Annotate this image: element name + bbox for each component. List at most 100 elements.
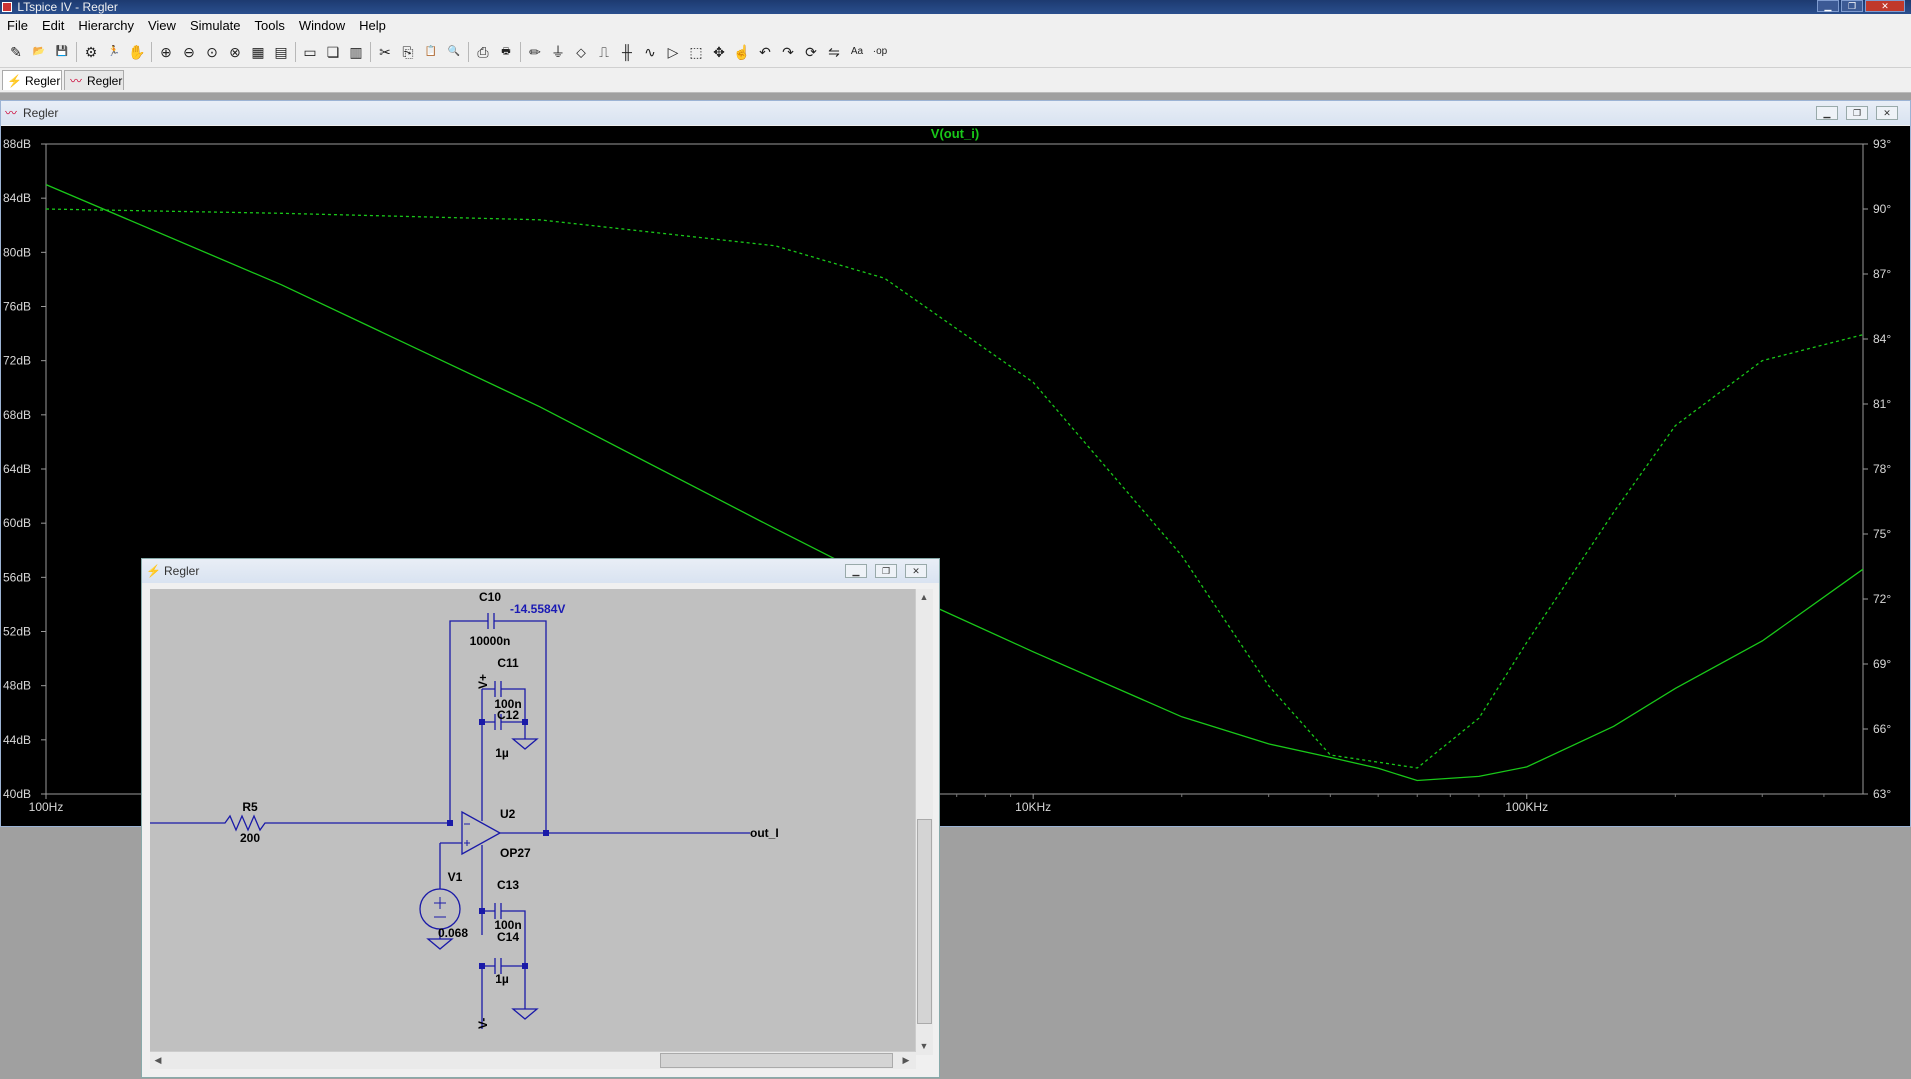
schematic-icon: ⚡ (7, 74, 22, 88)
ground-icon[interactable]: ⏚ (548, 42, 568, 62)
menu-window[interactable]: Window (292, 14, 352, 38)
scroll-thumb[interactable] (917, 819, 932, 1024)
c10-ref: C10 (479, 590, 501, 604)
right-axis-tick-label: 69° (1873, 657, 1891, 671)
spice-directive-icon[interactable]: ·op (870, 42, 890, 62)
minimize-icon[interactable]: ▁ (1817, 0, 1839, 12)
schematic-icon: ⚡ (146, 564, 161, 578)
toolbar-separator (295, 42, 296, 62)
x-axis-tick-label: 10KHz (1015, 800, 1051, 814)
paste-icon[interactable]: 📋 (421, 42, 441, 62)
net-label-vminus[interactable]: V- (476, 1018, 490, 1029)
app-title: LTspice IV - Regler (17, 0, 118, 14)
c13-ref: C13 (497, 878, 519, 892)
maximize-icon[interactable]: ❐ (1846, 106, 1868, 120)
zoom-cancel-icon[interactable]: ⊗ (225, 42, 245, 62)
left-axis-tick-label: 52dB (3, 625, 31, 639)
label-net-icon[interactable]: ⬦ (571, 42, 591, 62)
redo-icon[interactable]: ↷ (778, 42, 798, 62)
cut-icon[interactable]: ✂ (375, 42, 395, 62)
copy-icon[interactable]: ⎘ (398, 42, 418, 62)
close-icon[interactable]: ✕ (1876, 106, 1898, 120)
toolbar-separator (151, 42, 152, 62)
save-icon[interactable]: 💾 (52, 42, 72, 62)
schematic-window: ⚡ Regler ▁ ❐ ✕ C10 10000n C11 100n C12 1… (141, 558, 940, 1078)
move-icon[interactable]: ✥ (709, 42, 729, 62)
schematic-canvas[interactable]: C10 10000n C11 100n C12 1µ R5 200 U2 OP2… (150, 589, 915, 1054)
minimize-icon[interactable]: ▁ (1816, 106, 1838, 120)
cascade-icon[interactable]: ❏ (323, 42, 343, 62)
rotate-icon[interactable]: ⟳ (801, 42, 821, 62)
zoom-full-icon[interactable]: ⊙ (202, 42, 222, 62)
grid-icon[interactable]: ▤ (271, 42, 291, 62)
restore-icon[interactable]: ❐ (1841, 0, 1863, 12)
right-axis-tick-label: 90° (1873, 202, 1891, 216)
toolbar-separator (520, 42, 521, 62)
autorange-icon[interactable]: ▦ (248, 42, 268, 62)
undo-icon[interactable]: ↶ (755, 42, 775, 62)
find-icon[interactable]: 🔍 (444, 42, 464, 62)
c11-ref: C11 (497, 656, 519, 670)
left-axis-tick-label: 76dB (3, 300, 31, 314)
right-axis-tick-label: 66° (1873, 722, 1891, 736)
scroll-thumb[interactable] (660, 1053, 893, 1068)
trace-label[interactable]: V(out_i) (931, 126, 979, 141)
app-title-bar: LTspice IV - Regler ▁ ❐ ✕ (0, 0, 1911, 14)
tile-horizontal-icon[interactable]: ▭ (300, 42, 320, 62)
component-icon[interactable]: ⬚ (686, 42, 706, 62)
net-label-out[interactable]: out_I (750, 826, 779, 840)
toolbar-separator (468, 42, 469, 62)
x-axis-tick-label: 100Hz (29, 800, 64, 814)
right-axis-tick-label: 87° (1873, 267, 1891, 281)
vertical-scrollbar[interactable]: ▲ ▼ (915, 589, 933, 1055)
c12-value: 1µ (495, 746, 509, 760)
tab-schematic[interactable]: ⚡ Regler (2, 70, 62, 90)
tab-label: Regler (87, 74, 123, 88)
minimize-icon[interactable]: ▁ (845, 564, 867, 578)
menu-hierarchy[interactable]: Hierarchy (71, 14, 141, 38)
scroll-down-icon[interactable]: ▼ (916, 1038, 932, 1054)
maximize-icon[interactable]: ❐ (875, 564, 897, 578)
menu-bar: File Edit Hierarchy View Simulate Tools Window… (0, 14, 1911, 39)
print-icon[interactable]: 🖶 (496, 42, 516, 62)
halt-icon[interactable]: ✋ (127, 42, 147, 62)
menu-tools[interactable]: Tools (248, 14, 292, 38)
scroll-right-icon[interactable]: ▶ (898, 1052, 914, 1068)
print-preview-icon[interactable]: ⎙ (473, 42, 493, 62)
close-icon[interactable]: ✕ (1865, 0, 1905, 12)
open-icon[interactable]: 📂 (29, 42, 49, 62)
right-axis-tick-label: 93° (1873, 137, 1891, 151)
inductor-icon[interactable]: ∿ (640, 42, 660, 62)
schematic-window-title-bar: ⚡ Regler ▁ ❐ ✕ (142, 559, 939, 583)
menu-edit[interactable]: Edit (35, 14, 71, 38)
r5-ref: R5 (242, 800, 258, 814)
capacitor-icon[interactable]: ╫ (617, 42, 637, 62)
left-axis-tick-label: 40dB (3, 787, 31, 801)
drag-icon[interactable]: ☝ (732, 42, 752, 62)
scroll-up-icon[interactable]: ▲ (916, 589, 932, 605)
left-axis-tick-label: 80dB (3, 245, 31, 259)
scroll-left-icon[interactable]: ◀ (150, 1052, 166, 1068)
text-icon[interactable]: Aa (847, 42, 867, 62)
left-axis-tick-label: 84dB (3, 191, 31, 205)
tab-waveform[interactable]: 〰 Regler (64, 70, 124, 90)
new-schematic-icon[interactable]: ✎ (6, 42, 26, 62)
net-label-vplus[interactable]: V+ (476, 674, 490, 689)
resistor-icon[interactable]: ⎍ (594, 42, 614, 62)
zoom-in-icon[interactable]: ⊕ (156, 42, 176, 62)
draw-wire-icon[interactable]: ✏ (525, 42, 545, 62)
waveform-icon: 〰 (5, 106, 18, 120)
menu-view[interactable]: View (141, 14, 183, 38)
tile-vertical-icon[interactable]: ▥ (346, 42, 366, 62)
menu-file[interactable]: File (0, 14, 35, 38)
mirror-icon[interactable]: ⇋ (824, 42, 844, 62)
right-axis-tick-label: 72° (1873, 592, 1891, 606)
close-icon[interactable]: ✕ (905, 564, 927, 578)
zoom-out-icon[interactable]: ⊖ (179, 42, 199, 62)
control-panel-icon[interactable]: ⚙ (81, 42, 101, 62)
diode-icon[interactable]: ▷ (663, 42, 683, 62)
menu-help[interactable]: Help (352, 14, 393, 38)
run-icon[interactable]: 🏃 (104, 42, 124, 62)
horizontal-scrollbar[interactable]: ◀ ▶ (150, 1051, 916, 1069)
menu-simulate[interactable]: Simulate (183, 14, 248, 38)
